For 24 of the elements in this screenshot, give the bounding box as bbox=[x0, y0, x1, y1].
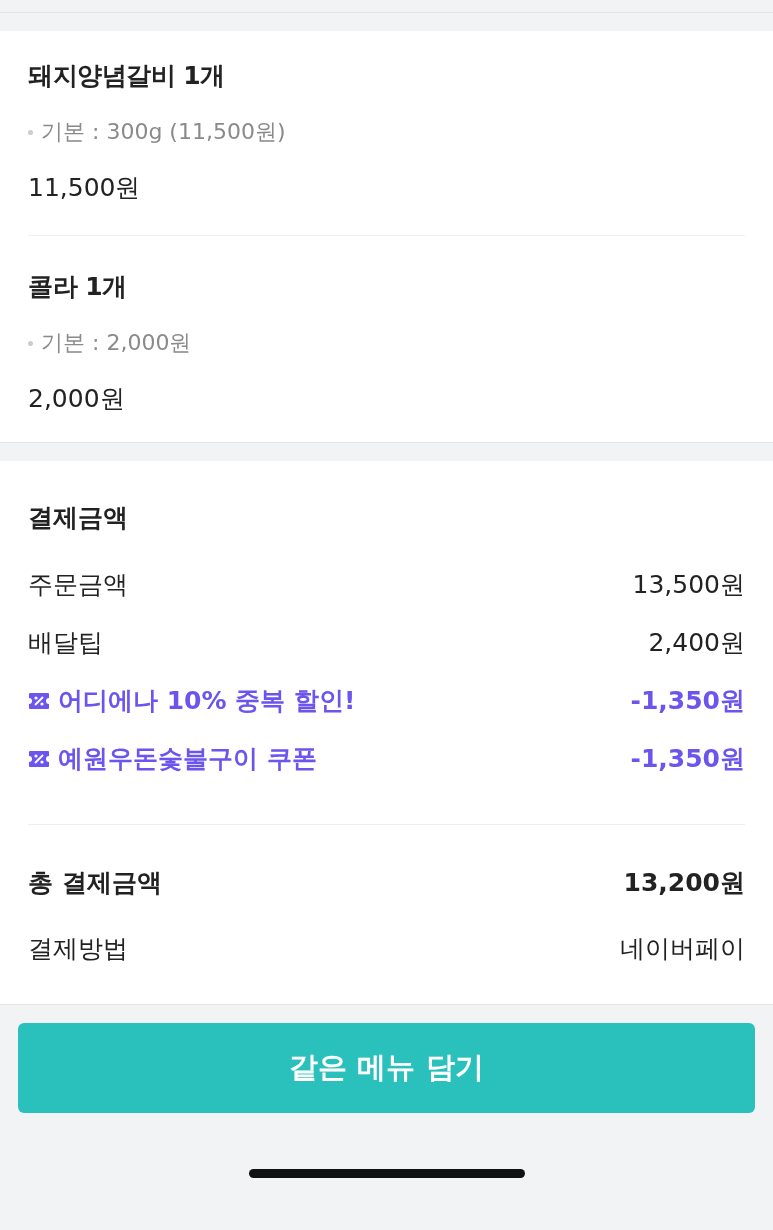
row-label: 예원우돈숯불구이 쿠폰 bbox=[58, 743, 317, 775]
item-name: 콜라 1개 bbox=[28, 271, 128, 303]
item-price: 2,000원 bbox=[28, 383, 126, 415]
bullet-icon bbox=[28, 340, 33, 346]
row-label: 배달팁 bbox=[28, 627, 103, 659]
row-label: 주문금액 bbox=[28, 569, 128, 601]
row-value: -1,350원 bbox=[630, 685, 745, 717]
item-name: 돼지양념갈비 1개 bbox=[28, 60, 226, 92]
bullet-icon bbox=[28, 129, 33, 135]
row-value: 2,400원 bbox=[648, 627, 745, 659]
row-value: 네이버페이 bbox=[620, 933, 745, 965]
row-label: 어디에나 10% 중복 할인! bbox=[58, 685, 356, 717]
item-option: 기본 : 2,000원 bbox=[41, 328, 192, 358]
item-price: 11,500원 bbox=[28, 172, 142, 204]
coupon-icon bbox=[28, 750, 50, 768]
row-value: 13,200원 bbox=[623, 867, 745, 899]
row-value: 13,500원 bbox=[632, 569, 745, 601]
coupon-icon bbox=[28, 692, 50, 710]
section-title: 결제금액 bbox=[28, 502, 129, 534]
row-label: 총 결제금액 bbox=[28, 867, 162, 899]
item-option: 기본 : 300g (11,500원) bbox=[41, 117, 286, 147]
row-value: -1,350원 bbox=[630, 743, 745, 775]
add-same-menu-button[interactable]: 같은 메뉴 담기 bbox=[18, 1023, 755, 1113]
row-label: 결제방법 bbox=[28, 933, 128, 965]
